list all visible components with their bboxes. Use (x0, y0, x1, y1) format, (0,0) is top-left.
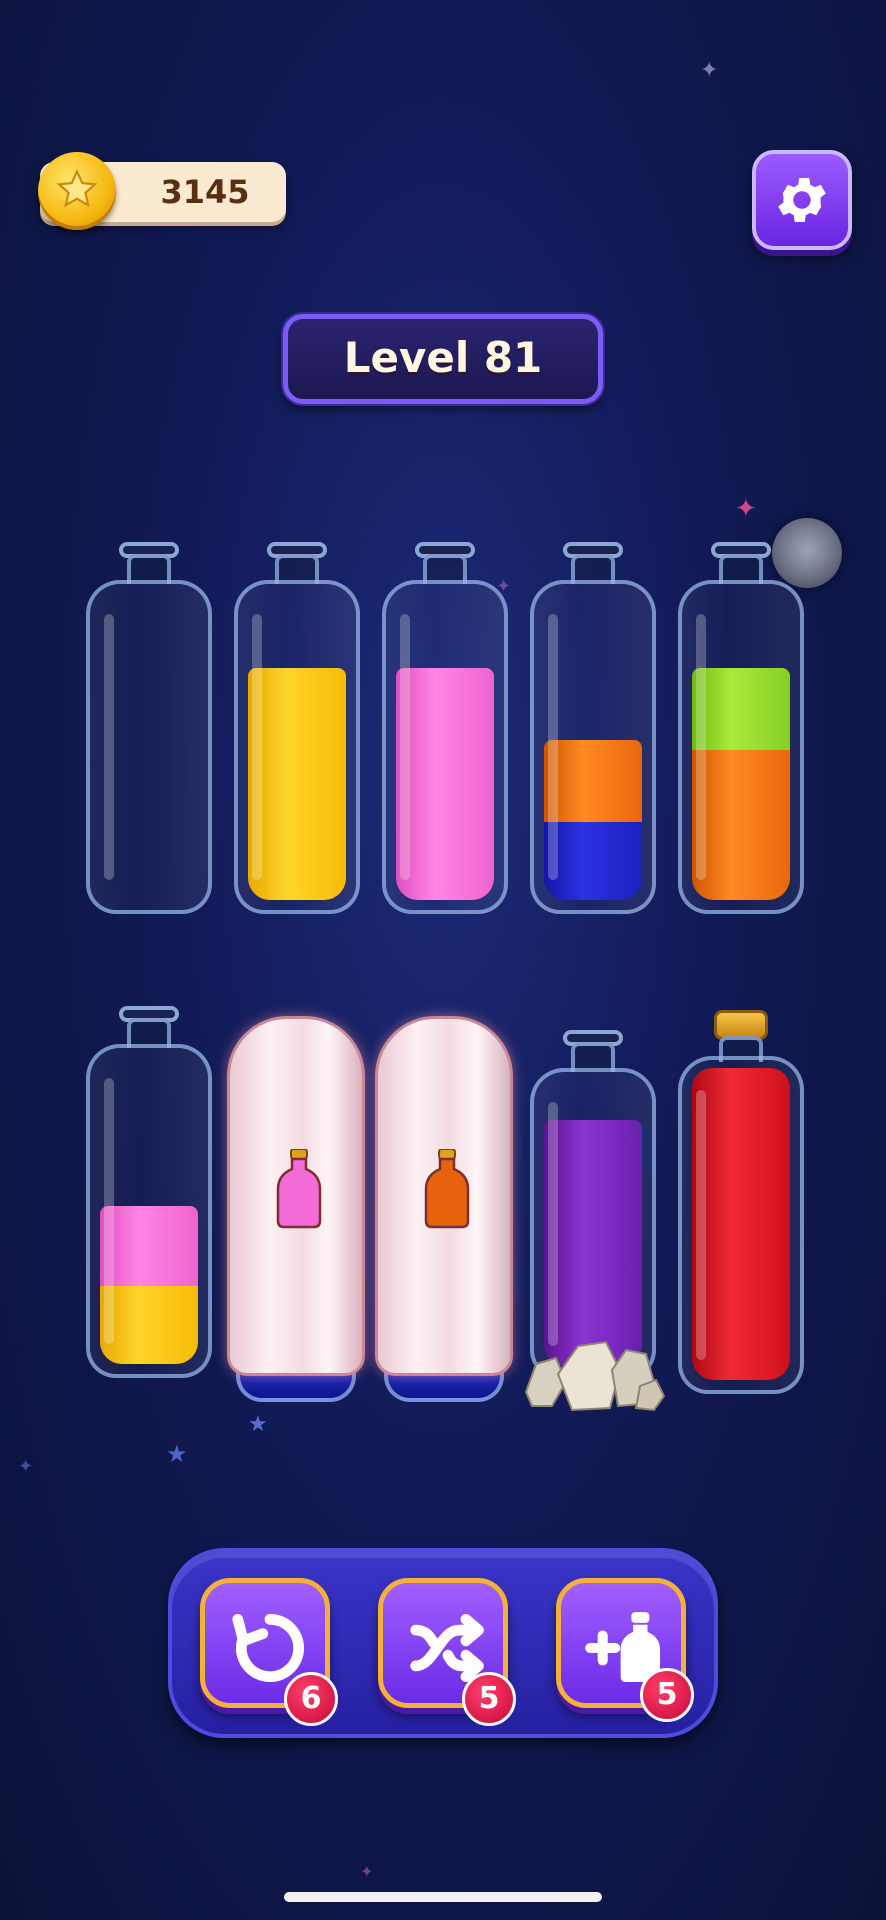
gear-icon (778, 178, 826, 222)
bottle-8-covered[interactable] (374, 1012, 514, 1402)
liquid-layer-green (692, 668, 790, 750)
liquid-layer-yellow (248, 668, 346, 900)
sparkle-icon: ★ (248, 1412, 268, 1437)
settings-button[interactable] (752, 150, 852, 250)
hidden-bottle-hint-pink-icon (274, 1148, 324, 1229)
liquid-layer-blue (544, 822, 642, 900)
bottle-5[interactable] (678, 542, 804, 914)
liquid-layer-pink (396, 668, 494, 900)
home-indicator[interactable] (284, 1892, 602, 1902)
rock-obstacle-icon (522, 1330, 666, 1420)
coin-value: 3145 (160, 173, 250, 211)
level-label: Level 81 (343, 333, 543, 382)
gold-star-coin-icon (38, 152, 116, 230)
bottle-7-covered[interactable] (226, 1012, 366, 1402)
hidden-bottle-hint-orange-icon (422, 1148, 472, 1229)
bottle-4[interactable] (530, 542, 656, 914)
add-bottle-count-badge: 5 (640, 1668, 694, 1722)
sparkle-icon: ★ (166, 1440, 188, 1468)
sparkle-icon: ✦ (735, 494, 757, 524)
liquid-layer-red (692, 1068, 790, 1380)
liquid-layer-pink (100, 1206, 198, 1286)
undo-count-badge: 6 (284, 1672, 338, 1726)
sparkle-icon: ✦ (360, 1862, 374, 1881)
bottle-1[interactable] (86, 542, 212, 914)
liquid-layer-orange (544, 740, 642, 822)
cloth-cover (375, 1016, 513, 1376)
bottle-3[interactable] (382, 542, 508, 914)
bottle-9[interactable] (530, 1030, 656, 1380)
cloth-cover (227, 1016, 365, 1376)
liquid-layer-orange (692, 750, 790, 900)
shuffle-count-badge: 5 (462, 1672, 516, 1726)
bottle-6[interactable] (86, 1006, 212, 1378)
sparkle-icon: ✦ (18, 1456, 34, 1477)
liquid-layer-yellow (100, 1286, 198, 1364)
sparkle-icon: ✦ (700, 58, 719, 83)
bottle-2[interactable] (234, 542, 360, 914)
bottle-10-completed[interactable] (678, 1010, 804, 1394)
